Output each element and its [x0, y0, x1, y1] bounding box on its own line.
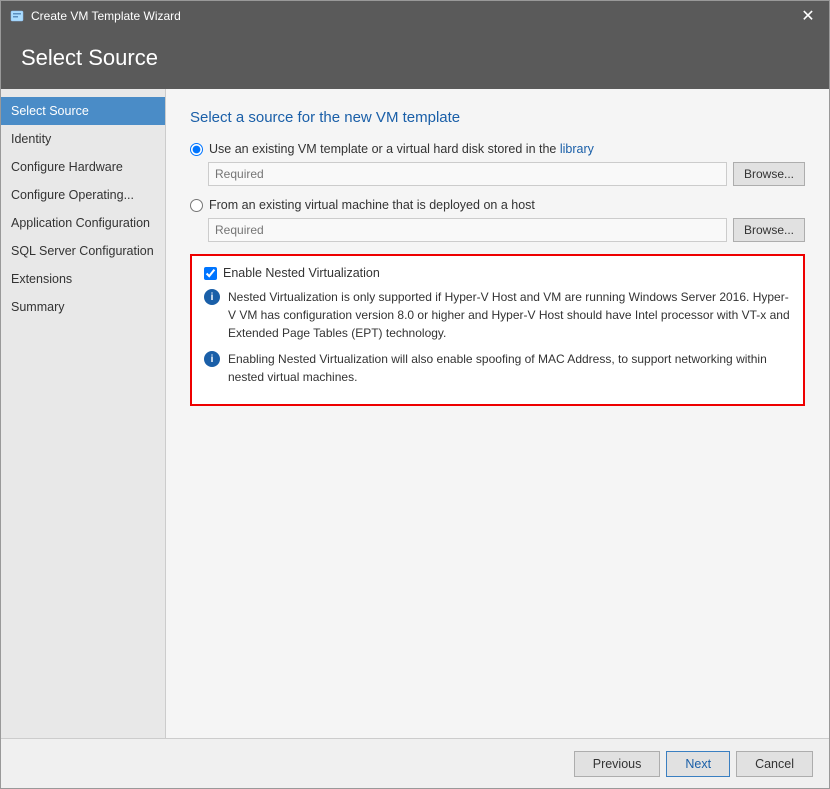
library-link: library: [560, 142, 594, 156]
title-bar: Create VM Template Wizard ✕: [1, 1, 829, 31]
sidebar-item-configure-operating[interactable]: Configure Operating...: [1, 181, 165, 209]
wizard-footer: Previous Next Cancel: [1, 738, 829, 788]
option1-row: Use an existing VM template or a virtual…: [190, 142, 805, 156]
nested-virt-info2-text: Enabling Nested Virtualization will also…: [228, 350, 791, 386]
option1-text-input[interactable]: [208, 162, 727, 186]
nested-virt-info1-text: Nested Virtualization is only supported …: [228, 288, 791, 342]
sidebar-item-summary[interactable]: Summary: [1, 293, 165, 321]
wizard-window: Create VM Template Wizard ✕ Select Sourc…: [0, 0, 830, 789]
sidebar: Select Source Identity Configure Hardwar…: [1, 89, 166, 738]
nested-virt-info2-row: i Enabling Nested Virtualization will al…: [204, 350, 791, 386]
nested-virt-checkbox[interactable]: [204, 267, 217, 280]
option2-row: From an existing virtual machine that is…: [190, 198, 805, 212]
close-button[interactable]: ✕: [795, 6, 821, 26]
option2-text-input[interactable]: [208, 218, 727, 242]
title-bar-left: Create VM Template Wizard: [9, 8, 181, 24]
next-button[interactable]: Next: [666, 751, 730, 777]
title-bar-title: Create VM Template Wizard: [31, 9, 181, 23]
wizard-header-title: Select Source: [21, 45, 809, 71]
sidebar-item-configure-hardware[interactable]: Configure Hardware: [1, 153, 165, 181]
sidebar-item-select-source[interactable]: Select Source: [1, 97, 165, 125]
sidebar-item-extensions[interactable]: Extensions: [1, 265, 165, 293]
option2-radio[interactable]: [190, 199, 203, 212]
nested-virt-info1-row: i Nested Virtualization is only supporte…: [204, 288, 791, 342]
nested-virt-label[interactable]: Enable Nested Virtualization: [223, 266, 380, 280]
main-content-title: Select a source for the new VM template: [190, 109, 805, 126]
sidebar-item-identity[interactable]: Identity: [1, 125, 165, 153]
option1-browse-button[interactable]: Browse...: [733, 162, 805, 186]
option1-label[interactable]: Use an existing VM template or a virtual…: [209, 142, 594, 156]
wizard-body: Select Source Identity Configure Hardwar…: [1, 89, 829, 738]
option2-input-row: Browse...: [208, 218, 805, 242]
info2-icon: i: [204, 351, 220, 367]
sidebar-item-sql-server-configuration[interactable]: SQL Server Configuration: [1, 237, 165, 265]
option2-label[interactable]: From an existing virtual machine that is…: [209, 198, 535, 212]
sidebar-item-application-configuration[interactable]: Application Configuration: [1, 209, 165, 237]
nested-virt-checkbox-row: Enable Nested Virtualization: [204, 266, 791, 280]
wizard-icon: [9, 8, 25, 24]
option1-input-row: Browse...: [208, 162, 805, 186]
wizard-header: Select Source: [1, 31, 829, 89]
option2-browse-button[interactable]: Browse...: [733, 218, 805, 242]
nested-virtualization-box: Enable Nested Virtualization i Nested Vi…: [190, 254, 805, 406]
main-content: Select a source for the new VM template …: [166, 89, 829, 738]
info1-icon: i: [204, 289, 220, 305]
option1-radio[interactable]: [190, 143, 203, 156]
previous-button[interactable]: Previous: [574, 751, 661, 777]
cancel-button[interactable]: Cancel: [736, 751, 813, 777]
